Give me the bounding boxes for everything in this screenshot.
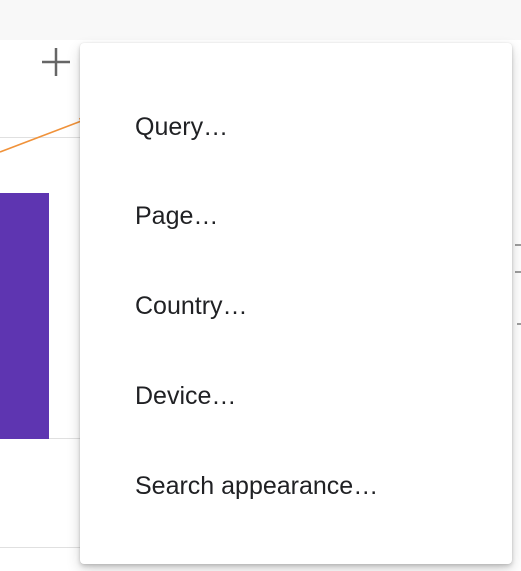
menu-item-page[interactable]: Page… bbox=[80, 171, 512, 261]
menu-item-country[interactable]: Country… bbox=[80, 261, 512, 351]
menu-item-search-appearance[interactable]: Search appearance… bbox=[80, 441, 512, 531]
plus-icon[interactable] bbox=[38, 44, 74, 80]
menu-item-device[interactable]: Device… bbox=[80, 351, 512, 441]
toolbar-background bbox=[0, 0, 521, 40]
menu-item-query[interactable]: Query… bbox=[80, 83, 512, 171]
filter-dropdown-menu: Query… Page… Country… Device… Search app… bbox=[80, 43, 512, 564]
chart-tick bbox=[515, 244, 521, 246]
chart-tick bbox=[517, 323, 521, 325]
table-divider bbox=[0, 547, 90, 548]
chart-bar bbox=[0, 193, 49, 439]
table-divider bbox=[0, 137, 90, 138]
chart-tick bbox=[515, 271, 521, 273]
